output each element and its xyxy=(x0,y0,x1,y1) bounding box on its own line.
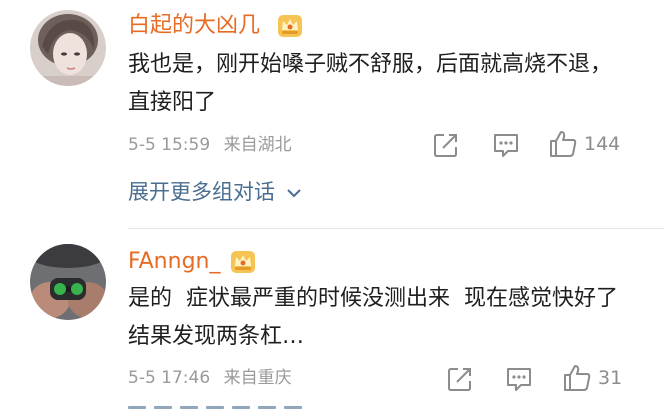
avatar[interactable] xyxy=(30,244,106,320)
comment-text: 我也是，刚开始嗓子贼不舒服，后面就高烧不退，直接阳了 xyxy=(128,52,613,115)
comment-item: FAnngn_ 是的 症状最严重的时候没测出来 现在感觉快好了结果发现两条杠… … xyxy=(0,232,664,416)
comment-location: 来自重庆 xyxy=(223,368,292,388)
crown-badge-icon xyxy=(230,250,256,274)
reply-button[interactable] xyxy=(505,365,533,393)
reply-button[interactable] xyxy=(492,131,520,159)
like-button[interactable]: 144 xyxy=(548,129,620,159)
comment-icon xyxy=(505,365,533,393)
comment-meta: 5-5 15:59 来自湖北 xyxy=(128,134,292,156)
like-count: 144 xyxy=(584,133,621,155)
expand-more-replies-link[interactable]: 展开更多组对话 xyxy=(128,178,302,206)
like-button[interactable]: 31 xyxy=(562,363,622,393)
comment-username[interactable]: FAnngn_ xyxy=(128,248,220,276)
comment-location: 来自湖北 xyxy=(223,135,292,155)
comment-icon xyxy=(492,131,520,159)
share-icon xyxy=(432,131,460,159)
comment-item: 白起的大凶几 我也是，刚开始嗓子贼不舒服，后面就高烧不退，直接阳了 5-5 15… xyxy=(0,0,664,229)
share-icon xyxy=(446,365,474,393)
like-count: 31 xyxy=(598,367,623,389)
crown-badge-icon xyxy=(277,14,303,38)
comment-text: 是的 症状最严重的时候没测出来 现在感觉快好了结果发现两条杠… xyxy=(128,286,618,349)
expand-label: 展开更多组对话 xyxy=(128,180,275,204)
comment-list: 白起的大凶几 我也是，刚开始嗓子贼不舒服，后面就高烧不退，直接阳了 5-5 15… xyxy=(0,0,664,416)
comment-username[interactable]: 白起的大凶几 xyxy=(128,12,260,40)
comment-time: 5-5 15:59 xyxy=(128,135,211,155)
share-button[interactable] xyxy=(432,131,460,159)
comment-meta: 5-5 17:46 来自重庆 xyxy=(128,367,292,389)
avatar[interactable] xyxy=(30,10,106,86)
comment-time: 5-5 17:46 xyxy=(128,368,211,388)
chevron-down-icon xyxy=(286,189,301,198)
share-button[interactable] xyxy=(446,365,474,393)
divider xyxy=(128,228,664,229)
thumbs-up-icon xyxy=(562,363,592,393)
thumbs-up-icon xyxy=(548,129,578,159)
expand-more-replies-link-partial[interactable] xyxy=(128,406,308,416)
